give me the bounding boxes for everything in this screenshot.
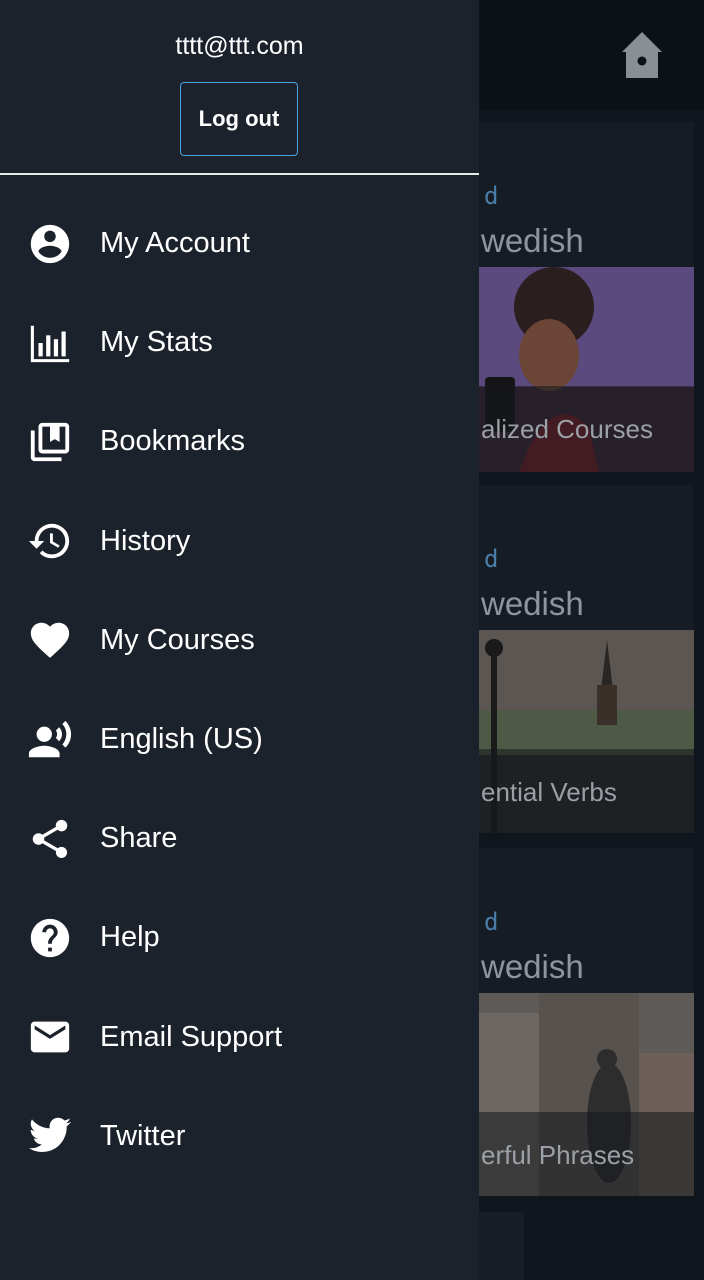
divider — [0, 173, 479, 175]
home-icon[interactable] — [620, 30, 664, 80]
history-icon — [25, 516, 75, 566]
course-card-kicker: d — [484, 545, 499, 573]
bookmarks-icon — [25, 417, 75, 467]
menu-item-help[interactable]: Help — [0, 888, 479, 987]
menu-item-language[interactable]: English (US) — [0, 690, 479, 789]
menu-item-label: English (US) — [100, 723, 263, 756]
account-circle-icon — [25, 219, 75, 269]
menu-item-share[interactable]: Share — [0, 789, 479, 888]
menu-item-email-support[interactable]: Email Support — [0, 988, 479, 1087]
email-icon — [25, 1012, 75, 1062]
course-card-label: alized Courses — [481, 414, 653, 444]
voice-icon — [25, 715, 75, 765]
menu-item-label: My Account — [100, 227, 250, 260]
logout-button[interactable]: Log out — [180, 82, 298, 156]
menu-item-history[interactable]: History — [0, 492, 479, 591]
course-card-label: ential Verbs — [481, 777, 617, 807]
course-card[interactable]: d wedish ential Verbs — [479, 485, 694, 833]
menu-item-label: Bookmarks — [100, 425, 246, 458]
menu-item-label: Share — [100, 822, 178, 855]
menu-item-my-stats[interactable]: My Stats — [0, 293, 479, 392]
user-email: tttt@ttt.com — [175, 32, 304, 60]
course-card-kicker: d — [484, 908, 499, 936]
menu-item-label: History — [100, 524, 191, 557]
course-card-title: wedish — [481, 948, 584, 985]
heart-icon — [25, 615, 75, 665]
drawer-menu: My Account My Stats Bookmarks History My — [0, 194, 479, 1186]
menu-item-label: My Courses — [100, 623, 255, 656]
share-icon — [25, 814, 75, 864]
course-card-label: erful Phrases — [481, 1140, 635, 1170]
stats-icon — [25, 318, 75, 368]
menu-item-label: My Stats — [100, 326, 213, 359]
menu-item-my-account[interactable]: My Account — [0, 194, 479, 293]
menu-item-my-courses[interactable]: My Courses — [0, 591, 479, 690]
menu-item-bookmarks[interactable]: Bookmarks — [0, 392, 479, 491]
menu-item-label: Email Support — [100, 1020, 283, 1053]
help-icon — [25, 913, 75, 963]
menu-item-label: Twitter — [100, 1119, 186, 1152]
course-card[interactable]: d wedish erful Phrases — [479, 848, 694, 1196]
course-card-kicker: d — [484, 182, 499, 210]
navigation-drawer: tttt@ttt.com Log out My Account My Stats… — [0, 0, 479, 1280]
course-card-title: wedish — [481, 222, 584, 259]
menu-item-label: Help — [100, 921, 160, 954]
course-card[interactable]: d wedish alized Courses — [479, 122, 694, 472]
course-card-title: wedish — [481, 585, 584, 622]
menu-item-twitter[interactable]: Twitter — [0, 1087, 479, 1186]
twitter-icon — [25, 1111, 75, 1161]
